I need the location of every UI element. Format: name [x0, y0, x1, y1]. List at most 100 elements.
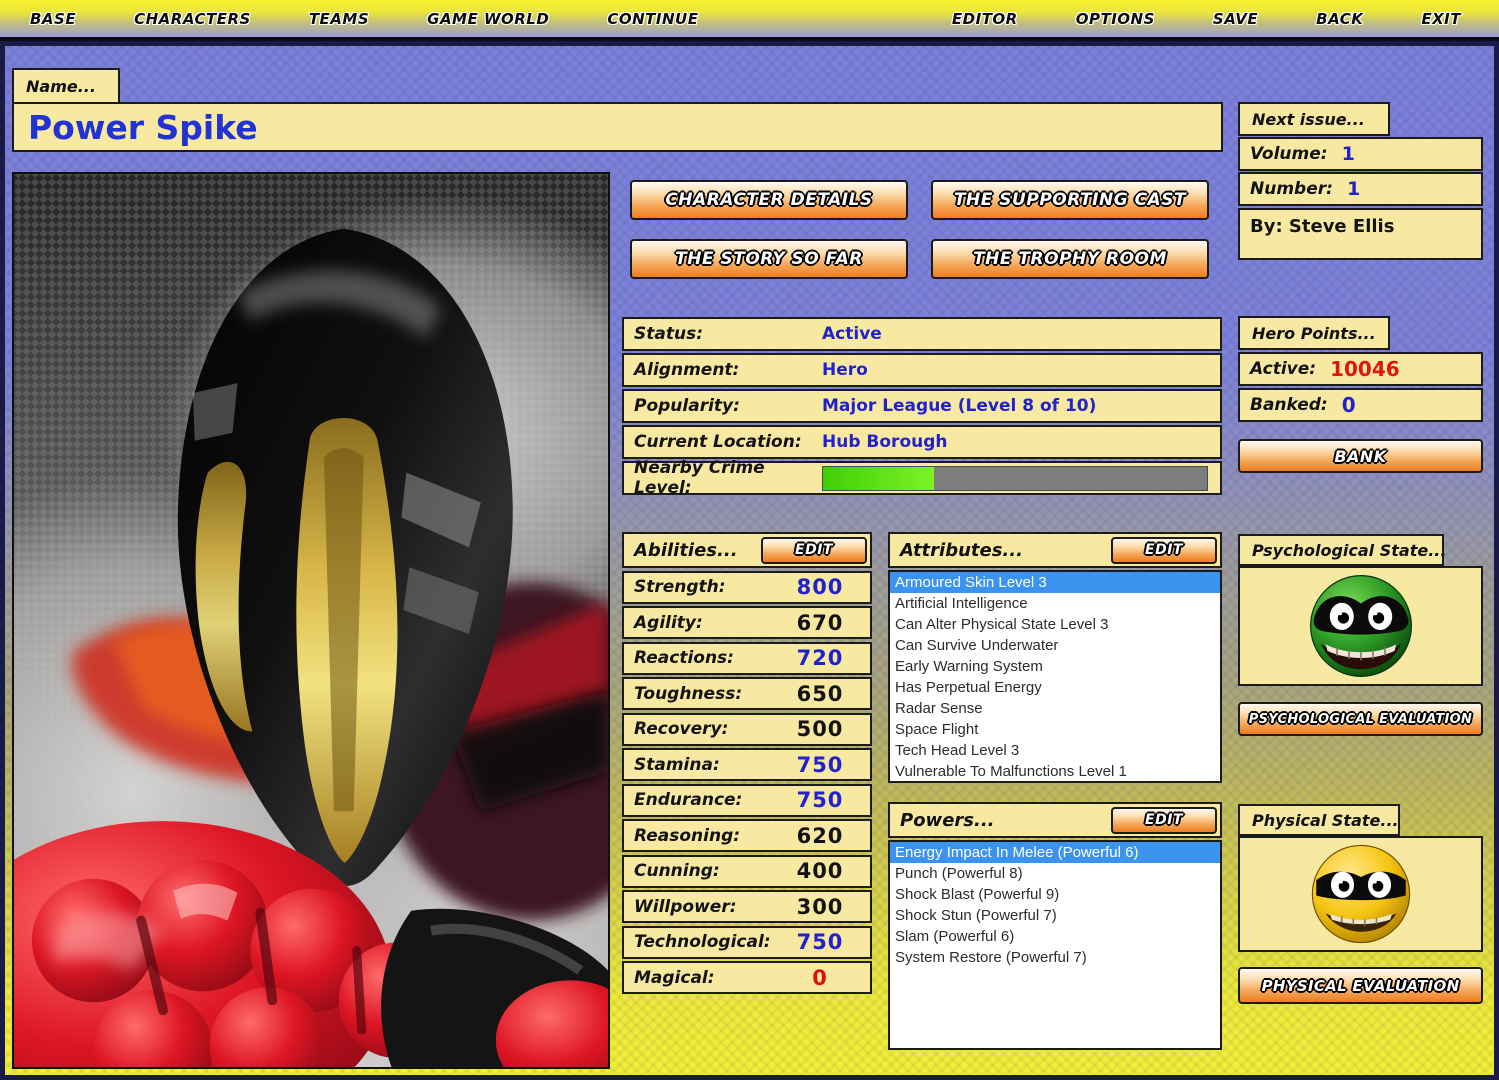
- ability-label: Agility:: [634, 613, 703, 633]
- menu-options[interactable]: OPTIONS: [1076, 10, 1155, 28]
- psychological-state-box: [1238, 566, 1483, 686]
- ability-label: Endurance:: [634, 790, 742, 810]
- status-label: Status:: [634, 324, 822, 344]
- crime-level-label: Nearby Crime Level:: [634, 458, 822, 498]
- attributes-list[interactable]: Armoured Skin Level 3Artificial Intellig…: [888, 570, 1222, 783]
- byline-box: By: Steve Ellis: [1238, 208, 1483, 260]
- powers-edit-button[interactable]: EDIT: [1111, 807, 1217, 834]
- menu-characters[interactable]: CHARACTERS: [134, 10, 251, 28]
- attributes-panel: Attributes... EDIT Armoured Skin Level 3…: [888, 532, 1222, 783]
- hero-points-panel: Hero Points... Active: 10046 Banked: 0 B…: [1238, 316, 1483, 473]
- list-item-early-warning-system[interactable]: Early Warning System: [890, 656, 1220, 677]
- menu-continue[interactable]: CONTINUE: [607, 10, 698, 28]
- volume-label: Volume:: [1250, 144, 1328, 164]
- status-value: Active: [822, 324, 882, 344]
- menu-exit[interactable]: EXIT: [1421, 10, 1461, 28]
- list-item-system-restore-powerful-7[interactable]: System Restore (Powerful 7): [890, 947, 1220, 968]
- menu-back[interactable]: BACK: [1316, 10, 1363, 28]
- nav-the-story-so-far[interactable]: THE STORY SO FAR: [630, 239, 908, 279]
- nav-the-supporting-cast[interactable]: THE SUPPORTING CAST: [931, 180, 1209, 220]
- abilities-edit-button[interactable]: EDIT: [761, 537, 867, 564]
- powers-list[interactable]: Energy Impact In Melee (Powerful 6)Punch…: [888, 840, 1222, 1050]
- hero-points-tab-label: Hero Points...: [1252, 324, 1376, 343]
- banked-points-label: Banked:: [1250, 395, 1328, 415]
- ability-value: 750: [774, 753, 866, 777]
- banked-points-row: Banked: 0: [1238, 388, 1483, 422]
- status-row-crime: Nearby Crime Level:: [622, 461, 1222, 495]
- list-item-space-flight[interactable]: Space Flight: [890, 719, 1220, 740]
- ability-row-technological: Technological:750: [622, 926, 872, 959]
- menu-teams[interactable]: TEAMS: [309, 10, 369, 28]
- abilities-title: Abilities...: [634, 540, 738, 561]
- list-item-vulnerable-to-malfunctions-level-1[interactable]: Vulnerable To Malfunctions Level 1: [890, 761, 1220, 782]
- list-item-tech-head-level-3[interactable]: Tech Head Level 3: [890, 740, 1220, 761]
- status-label: Current Location:: [634, 432, 822, 452]
- menu-save[interactable]: SAVE: [1213, 10, 1258, 28]
- ability-value: 650: [774, 682, 866, 706]
- nav-character-details[interactable]: CHARACTER DETAILS: [630, 180, 908, 220]
- ability-row-toughness: Toughness: 650: [622, 677, 872, 710]
- list-item-radar-sense[interactable]: Radar Sense: [890, 698, 1220, 719]
- ability-value: 500: [774, 717, 866, 741]
- ability-value: 670: [774, 611, 866, 635]
- status-label: Alignment:: [634, 360, 822, 380]
- powers-header: Powers... EDIT: [888, 802, 1222, 838]
- character-name: Power Spike: [28, 108, 258, 147]
- list-item-energy-impact-in-melee-powerful-6[interactable]: Energy Impact In Melee (Powerful 6): [890, 842, 1220, 863]
- ability-row-recovery: Recovery: 500: [622, 713, 872, 746]
- menu-editor[interactable]: EDITOR: [952, 10, 1018, 28]
- ability-value: 0: [774, 966, 866, 990]
- list-item-can-alter-physical-state-level-3[interactable]: Can Alter Physical State Level 3: [890, 614, 1220, 635]
- ability-value: 720: [774, 646, 866, 670]
- powers-panel: Powers... EDIT Energy Impact In Melee (P…: [888, 802, 1222, 1050]
- bank-button[interactable]: BANK: [1238, 439, 1483, 473]
- volume-row: Volume: 1: [1238, 137, 1483, 171]
- list-item-artificial-intelligence[interactable]: Artificial Intelligence: [890, 593, 1220, 614]
- psychological-state-panel: Psychological State... PS: [1238, 534, 1483, 736]
- ability-row-reactions: Reactions:720: [622, 642, 872, 675]
- psychological-evaluation-button[interactable]: PSYCHOLOGICAL EVALUATION: [1238, 702, 1483, 736]
- ability-row-willpower: Willpower:300: [622, 890, 872, 923]
- hero-points-tab: Hero Points...: [1238, 316, 1390, 350]
- list-item-slam-powerful-6[interactable]: Slam (Powerful 6): [890, 926, 1220, 947]
- ability-row-agility: Agility: 670: [622, 606, 872, 639]
- yellow-masked-grin-smiley-icon: [1307, 840, 1415, 948]
- physical-evaluation-button[interactable]: PHYSICAL EVALUATION: [1238, 967, 1483, 1004]
- nav-the-trophy-room[interactable]: THE TROPHY ROOM: [931, 239, 1209, 279]
- list-item-punch-powerful-8[interactable]: Punch (Powerful 8): [890, 863, 1220, 884]
- ability-row-magical: Magical: 0: [622, 961, 872, 994]
- list-item-armoured-skin-level-3[interactable]: Armoured Skin Level 3: [890, 572, 1220, 593]
- name-tab: Name...: [12, 68, 120, 104]
- attributes-title: Attributes...: [900, 540, 1023, 561]
- ability-label: Willpower:: [634, 897, 737, 917]
- physical-state-box: [1238, 836, 1483, 952]
- active-points-row: Active: 10046: [1238, 352, 1483, 386]
- attributes-header: Attributes... EDIT: [888, 532, 1222, 568]
- ability-row-reasoning: Reasoning:620: [622, 819, 872, 852]
- list-item-can-survive-underwater[interactable]: Can Survive Underwater: [890, 635, 1220, 656]
- ability-label: Recovery:: [634, 719, 728, 739]
- ability-row-endurance: Endurance: 750: [622, 784, 872, 817]
- list-item-has-perpetual-energy[interactable]: Has Perpetual Energy: [890, 677, 1220, 698]
- next-issue-panel: Next issue... Volume: 1 Number: 1 By: St…: [1238, 102, 1483, 260]
- list-item-shock-blast-powerful-9[interactable]: Shock Blast (Powerful 9): [890, 884, 1220, 905]
- ability-label: Magical:: [634, 968, 715, 988]
- ability-label: Technological:: [634, 932, 771, 952]
- number-value: 1: [1347, 178, 1360, 200]
- character-portrait: [12, 172, 610, 1069]
- ability-row-stamina: Stamina: 750: [622, 748, 872, 781]
- psychological-state-tab: Psychological State...: [1238, 534, 1444, 566]
- menu-game-world[interactable]: GAME WORLD: [427, 10, 549, 28]
- next-issue-tab: Next issue...: [1238, 102, 1390, 136]
- ability-label: Toughness:: [634, 684, 742, 704]
- ability-label: Stamina:: [634, 755, 720, 775]
- abilities-header: Abilities... EDIT: [622, 532, 872, 568]
- status-value: Hub Borough: [822, 432, 948, 452]
- physical-state-panel: Physical State... PHYSICA: [1238, 804, 1483, 1004]
- crime-level-fill: [823, 467, 934, 490]
- list-item-shock-stun-powerful-7[interactable]: Shock Stun (Powerful 7): [890, 905, 1220, 926]
- ability-value: 750: [774, 788, 866, 812]
- status-row-popularity: Popularity:Major League (Level 8 of 10): [622, 389, 1222, 423]
- attributes-edit-button[interactable]: EDIT: [1111, 537, 1217, 564]
- menu-base[interactable]: BASE: [30, 10, 76, 28]
